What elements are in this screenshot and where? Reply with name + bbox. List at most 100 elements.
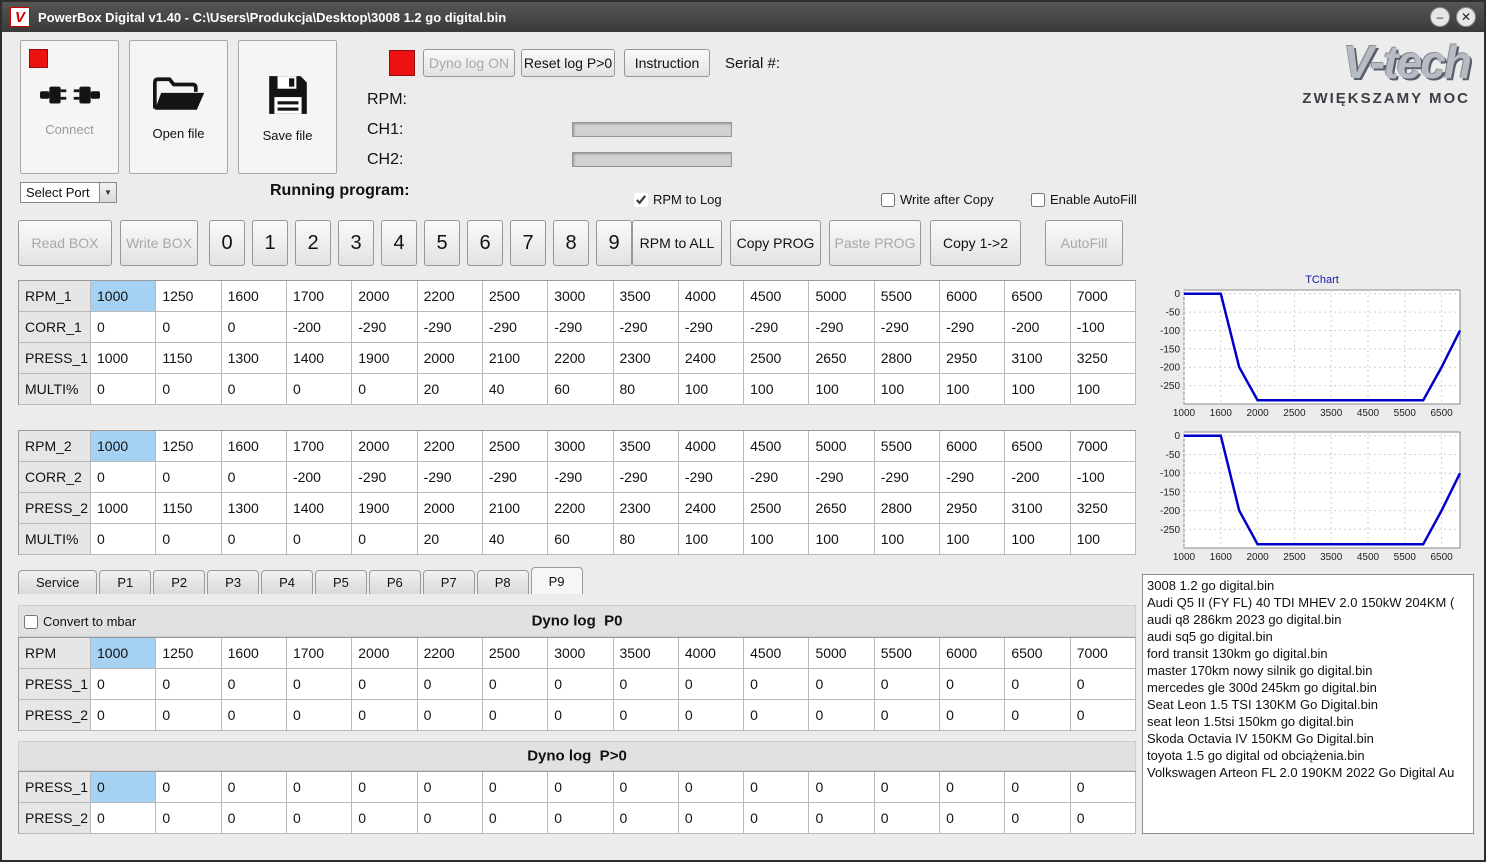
cell-MULTI%-10[interactable]: 100 (744, 374, 810, 405)
cell-PRESS_2-0[interactable]: 0 (91, 803, 157, 834)
cell-PRESS_1-0[interactable]: 1000 (91, 343, 157, 374)
cell-MULTI%-12[interactable]: 100 (874, 524, 941, 555)
cell-PRESS_2-4[interactable]: 1900 (352, 493, 418, 524)
cell-RPM_1-11[interactable]: 5000 (809, 281, 875, 312)
cell-PRESS_1-7[interactable]: 0 (548, 772, 614, 803)
cell-CORR_2-12[interactable]: -290 (874, 462, 941, 493)
cell-RPM_1-2[interactable]: 1600 (221, 281, 287, 312)
cell-CORR_2-9[interactable]: -290 (678, 462, 745, 493)
cell-RPM_1-10[interactable]: 4500 (744, 281, 810, 312)
cell-RPM-15[interactable]: 7000 (1070, 638, 1136, 669)
program-button-0[interactable]: 0 (209, 220, 245, 266)
rpm-to-log-input[interactable] (634, 192, 648, 207)
cell-MULTI%-13[interactable]: 100 (940, 524, 1006, 555)
cell-RPM-13[interactable]: 6000 (940, 638, 1006, 669)
save-file-button[interactable]: Save file (238, 40, 337, 174)
cell-PRESS_2-9[interactable]: 0 (678, 803, 745, 834)
cell-PRESS_1-5[interactable]: 0 (417, 772, 483, 803)
enable-autofill-input[interactable] (1031, 192, 1045, 207)
cell-CORR_1-15[interactable]: -100 (1070, 312, 1136, 343)
tab-p3[interactable]: P3 (207, 570, 260, 594)
file-list-item[interactable]: Skoda Octavia IV 150KM Go Digital.bin (1143, 730, 1473, 747)
copy-1-to-2-button[interactable]: Copy 1->2 (930, 220, 1021, 266)
cell-PRESS_1-1[interactable]: 0 (156, 669, 222, 700)
cell-RPM_1-3[interactable]: 1700 (286, 281, 353, 312)
cell-PRESS_2-14[interactable]: 0 (1005, 700, 1071, 731)
cell-RPM-0[interactable]: 1000 (91, 638, 157, 669)
cell-PRESS_2-6[interactable]: 0 (482, 700, 549, 731)
cell-RPM_2-7[interactable]: 3000 (548, 431, 614, 462)
cell-RPM-4[interactable]: 2000 (352, 638, 418, 669)
cell-PRESS_2-12[interactable]: 2800 (874, 493, 941, 524)
cell-CORR_1-2[interactable]: 0 (221, 312, 287, 343)
cell-PRESS_2-5[interactable]: 2000 (417, 493, 483, 524)
cell-PRESS_2-6[interactable]: 0 (482, 803, 549, 834)
cell-MULTI%-8[interactable]: 80 (613, 524, 679, 555)
cell-CORR_2-14[interactable]: -200 (1005, 462, 1071, 493)
cell-RPM_1-8[interactable]: 3500 (613, 281, 679, 312)
cell-PRESS_2-8[interactable]: 0 (613, 803, 679, 834)
cell-PRESS_2-12[interactable]: 0 (874, 700, 941, 731)
cell-RPM-10[interactable]: 4500 (744, 638, 810, 669)
connect-button[interactable]: Connect (20, 40, 119, 174)
cell-PRESS_1-15[interactable]: 0 (1070, 669, 1136, 700)
cell-RPM_2-1[interactable]: 1250 (156, 431, 222, 462)
cell-PRESS_2-7[interactable]: 2200 (548, 493, 614, 524)
tab-p9[interactable]: P9 (530, 567, 583, 594)
program-button-2[interactable]: 2 (295, 220, 331, 266)
cell-PRESS_1-14[interactable]: 0 (1005, 669, 1071, 700)
file-list-item[interactable]: mercedes gle 300d 245km go digital.bin (1143, 679, 1473, 696)
cell-MULTI%-7[interactable]: 60 (548, 374, 614, 405)
cell-CORR_1-5[interactable]: -290 (417, 312, 483, 343)
cell-PRESS_1-5[interactable]: 0 (417, 669, 483, 700)
cell-RPM-7[interactable]: 3000 (548, 638, 614, 669)
cell-RPM_1-6[interactable]: 2500 (482, 281, 549, 312)
cell-PRESS_2-14[interactable]: 3100 (1005, 493, 1071, 524)
cell-PRESS_1-13[interactable]: 0 (940, 772, 1006, 803)
cell-PRESS_1-12[interactable]: 2800 (874, 343, 941, 374)
cell-CORR_2-10[interactable]: -290 (744, 462, 810, 493)
cell-RPM_2-11[interactable]: 5000 (809, 431, 875, 462)
cell-CORR_1-4[interactable]: -290 (352, 312, 418, 343)
cell-RPM-8[interactable]: 3500 (613, 638, 679, 669)
program-button-5[interactable]: 5 (424, 220, 460, 266)
cell-CORR_2-8[interactable]: -290 (613, 462, 679, 493)
cell-PRESS_2-2[interactable]: 1300 (221, 493, 287, 524)
cell-PRESS_2-11[interactable]: 2650 (809, 493, 875, 524)
file-list-item[interactable]: Audi Q5 II (FY FL) 40 TDI MHEV 2.0 150kW… (1143, 594, 1473, 611)
cell-PRESS_2-5[interactable]: 0 (417, 803, 483, 834)
cell-PRESS_1-6[interactable]: 0 (482, 772, 549, 803)
tab-p2[interactable]: P2 (153, 570, 206, 594)
cell-RPM_1-4[interactable]: 2000 (352, 281, 418, 312)
cell-MULTI%-7[interactable]: 60 (548, 524, 614, 555)
cell-RPM_2-13[interactable]: 6000 (940, 431, 1006, 462)
cell-MULTI%-10[interactable]: 100 (744, 524, 810, 555)
file-list-item[interactable]: 3008 1.2 go digital.bin (1143, 577, 1473, 594)
copy-prog-button[interactable]: Copy PROG (730, 220, 821, 266)
cell-CORR_1-0[interactable]: 0 (91, 312, 157, 343)
cell-CORR_2-4[interactable]: -290 (352, 462, 418, 493)
cell-PRESS_1-11[interactable]: 0 (809, 669, 875, 700)
cell-MULTI%-11[interactable]: 100 (809, 524, 875, 555)
cell-PRESS_2-5[interactable]: 0 (417, 700, 483, 731)
cell-MULTI%-15[interactable]: 100 (1070, 524, 1136, 555)
cell-PRESS_1-3[interactable]: 0 (286, 772, 353, 803)
cell-RPM_1-13[interactable]: 6000 (940, 281, 1006, 312)
cell-RPM_2-3[interactable]: 1700 (286, 431, 353, 462)
cell-RPM_1-15[interactable]: 7000 (1070, 281, 1136, 312)
cell-CORR_1-11[interactable]: -290 (809, 312, 875, 343)
cell-RPM_1-5[interactable]: 2200 (417, 281, 483, 312)
file-list-item[interactable]: seat leon 1.5tsi 150km go digital.bin (1143, 713, 1473, 730)
cell-PRESS_2-14[interactable]: 0 (1005, 803, 1071, 834)
cell-CORR_2-6[interactable]: -290 (482, 462, 549, 493)
cell-CORR_1-12[interactable]: -290 (874, 312, 941, 343)
cell-RPM_1-9[interactable]: 4000 (678, 281, 745, 312)
cell-RPM_2-6[interactable]: 2500 (482, 431, 549, 462)
cell-PRESS_2-2[interactable]: 0 (221, 803, 287, 834)
cell-PRESS_1-10[interactable]: 0 (744, 772, 810, 803)
cell-PRESS_2-1[interactable]: 0 (156, 803, 222, 834)
cell-PRESS_2-0[interactable]: 1000 (91, 493, 157, 524)
cell-MULTI%-9[interactable]: 100 (678, 524, 745, 555)
cell-PRESS_2-2[interactable]: 0 (221, 700, 287, 731)
cell-PRESS_2-4[interactable]: 0 (352, 803, 418, 834)
